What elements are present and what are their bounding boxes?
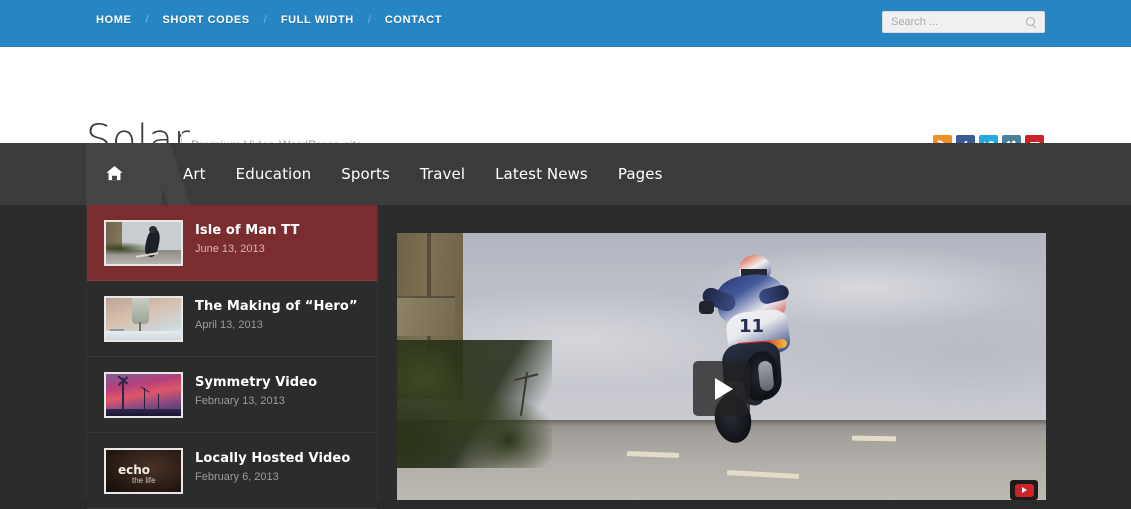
search-box[interactable] bbox=[882, 11, 1045, 33]
nav-item-education[interactable]: Education bbox=[221, 165, 327, 183]
playlist-item-date: June 13, 2013 bbox=[195, 243, 265, 255]
playlist-item-title: Locally Hosted Video bbox=[195, 451, 351, 466]
top-navigation: HOME / SHORT CODES / FULL WIDTH / CONTAC… bbox=[94, 14, 444, 26]
main-navigation: Art Education Sports Travel Latest News … bbox=[0, 143, 1131, 205]
playlist-thumbnail bbox=[104, 372, 183, 418]
playlist-item[interactable]: Isle of Man TT June 13, 2013 bbox=[87, 205, 377, 281]
home-icon[interactable] bbox=[105, 165, 124, 182]
playlist-item[interactable]: echo the life Locally Hosted Video Febru… bbox=[87, 433, 377, 509]
thumbnail-wind-turbines-sunset bbox=[106, 374, 181, 416]
playlist-item[interactable]: Symmetry Video February 13, 2013 bbox=[87, 357, 377, 433]
thumbnail-echo-sub-text: the life bbox=[132, 476, 156, 485]
top-nav-item-contact[interactable]: CONTACT bbox=[383, 14, 444, 26]
play-button[interactable] bbox=[693, 361, 750, 416]
nav-item-sports[interactable]: Sports bbox=[326, 165, 405, 183]
playlist-thumbnail bbox=[104, 220, 183, 266]
playlist-item-text: The Making of “Hero” April 13, 2013 bbox=[195, 299, 358, 331]
thumbnail-needle-closeup bbox=[106, 298, 181, 340]
playlist-item-title: Isle of Man TT bbox=[195, 223, 300, 238]
playlist-item-date: February 13, 2013 bbox=[195, 395, 285, 407]
top-nav-separator: / bbox=[145, 14, 149, 26]
youtube-logo-icon[interactable] bbox=[1010, 480, 1038, 500]
top-nav-item-full-width[interactable]: FULL WIDTH bbox=[279, 14, 356, 26]
content-area: Isle of Man TT June 13, 2013 The Making … bbox=[0, 205, 1131, 509]
play-icon bbox=[714, 377, 733, 400]
nav-item-art[interactable]: Art bbox=[168, 165, 221, 183]
top-nav-item-home[interactable]: HOME bbox=[94, 14, 133, 26]
nav-item-travel[interactable]: Travel bbox=[405, 165, 480, 183]
playlist-item-text: Isle of Man TT June 13, 2013 bbox=[195, 223, 299, 255]
playlist-thumbnail bbox=[104, 296, 183, 342]
playlist-thumbnail: echo the life bbox=[104, 448, 183, 494]
video-player[interactable]: 11 bbox=[397, 225, 1046, 500]
top-nav-separator: / bbox=[263, 14, 267, 26]
nav-item-latest-news[interactable]: Latest News bbox=[480, 165, 603, 183]
playlist-item-title: Symmetry Video bbox=[195, 375, 318, 390]
poster-hedge bbox=[397, 339, 552, 468]
playlist-item-date: April 13, 2013 bbox=[195, 319, 263, 331]
video-playlist: Isle of Man TT June 13, 2013 The Making … bbox=[86, 205, 378, 509]
search-input[interactable] bbox=[883, 12, 1023, 32]
thumbnail-echo-main-text: echo bbox=[118, 463, 151, 477]
thumbnail-echo-the-life: echo the life bbox=[106, 450, 181, 492]
playlist-item-title: The Making of “Hero” bbox=[195, 299, 358, 314]
top-nav-separator: / bbox=[367, 14, 371, 26]
top-nav-item-short-codes[interactable]: SHORT CODES bbox=[160, 14, 251, 26]
playlist-item[interactable]: The Making of “Hero” April 13, 2013 bbox=[87, 281, 377, 357]
main-nav-items: Art Education Sports Travel Latest News … bbox=[168, 143, 678, 205]
top-bar: HOME / SHORT CODES / FULL WIDTH / CONTAC… bbox=[0, 0, 1131, 47]
thumbnail-motorcycle-jump bbox=[106, 222, 181, 264]
nav-item-pages[interactable]: Pages bbox=[603, 165, 678, 183]
site-header: Solar Premium Video WordPress site bbox=[0, 47, 1131, 160]
playlist-item-text: Locally Hosted Video February 6, 2013 bbox=[195, 451, 350, 483]
playlist-item-text: Symmetry Video February 13, 2013 bbox=[195, 375, 317, 407]
playlist-item-date: February 6, 2013 bbox=[195, 471, 279, 483]
search-icon[interactable] bbox=[1026, 17, 1037, 28]
video-poster: 11 bbox=[397, 233, 1046, 500]
